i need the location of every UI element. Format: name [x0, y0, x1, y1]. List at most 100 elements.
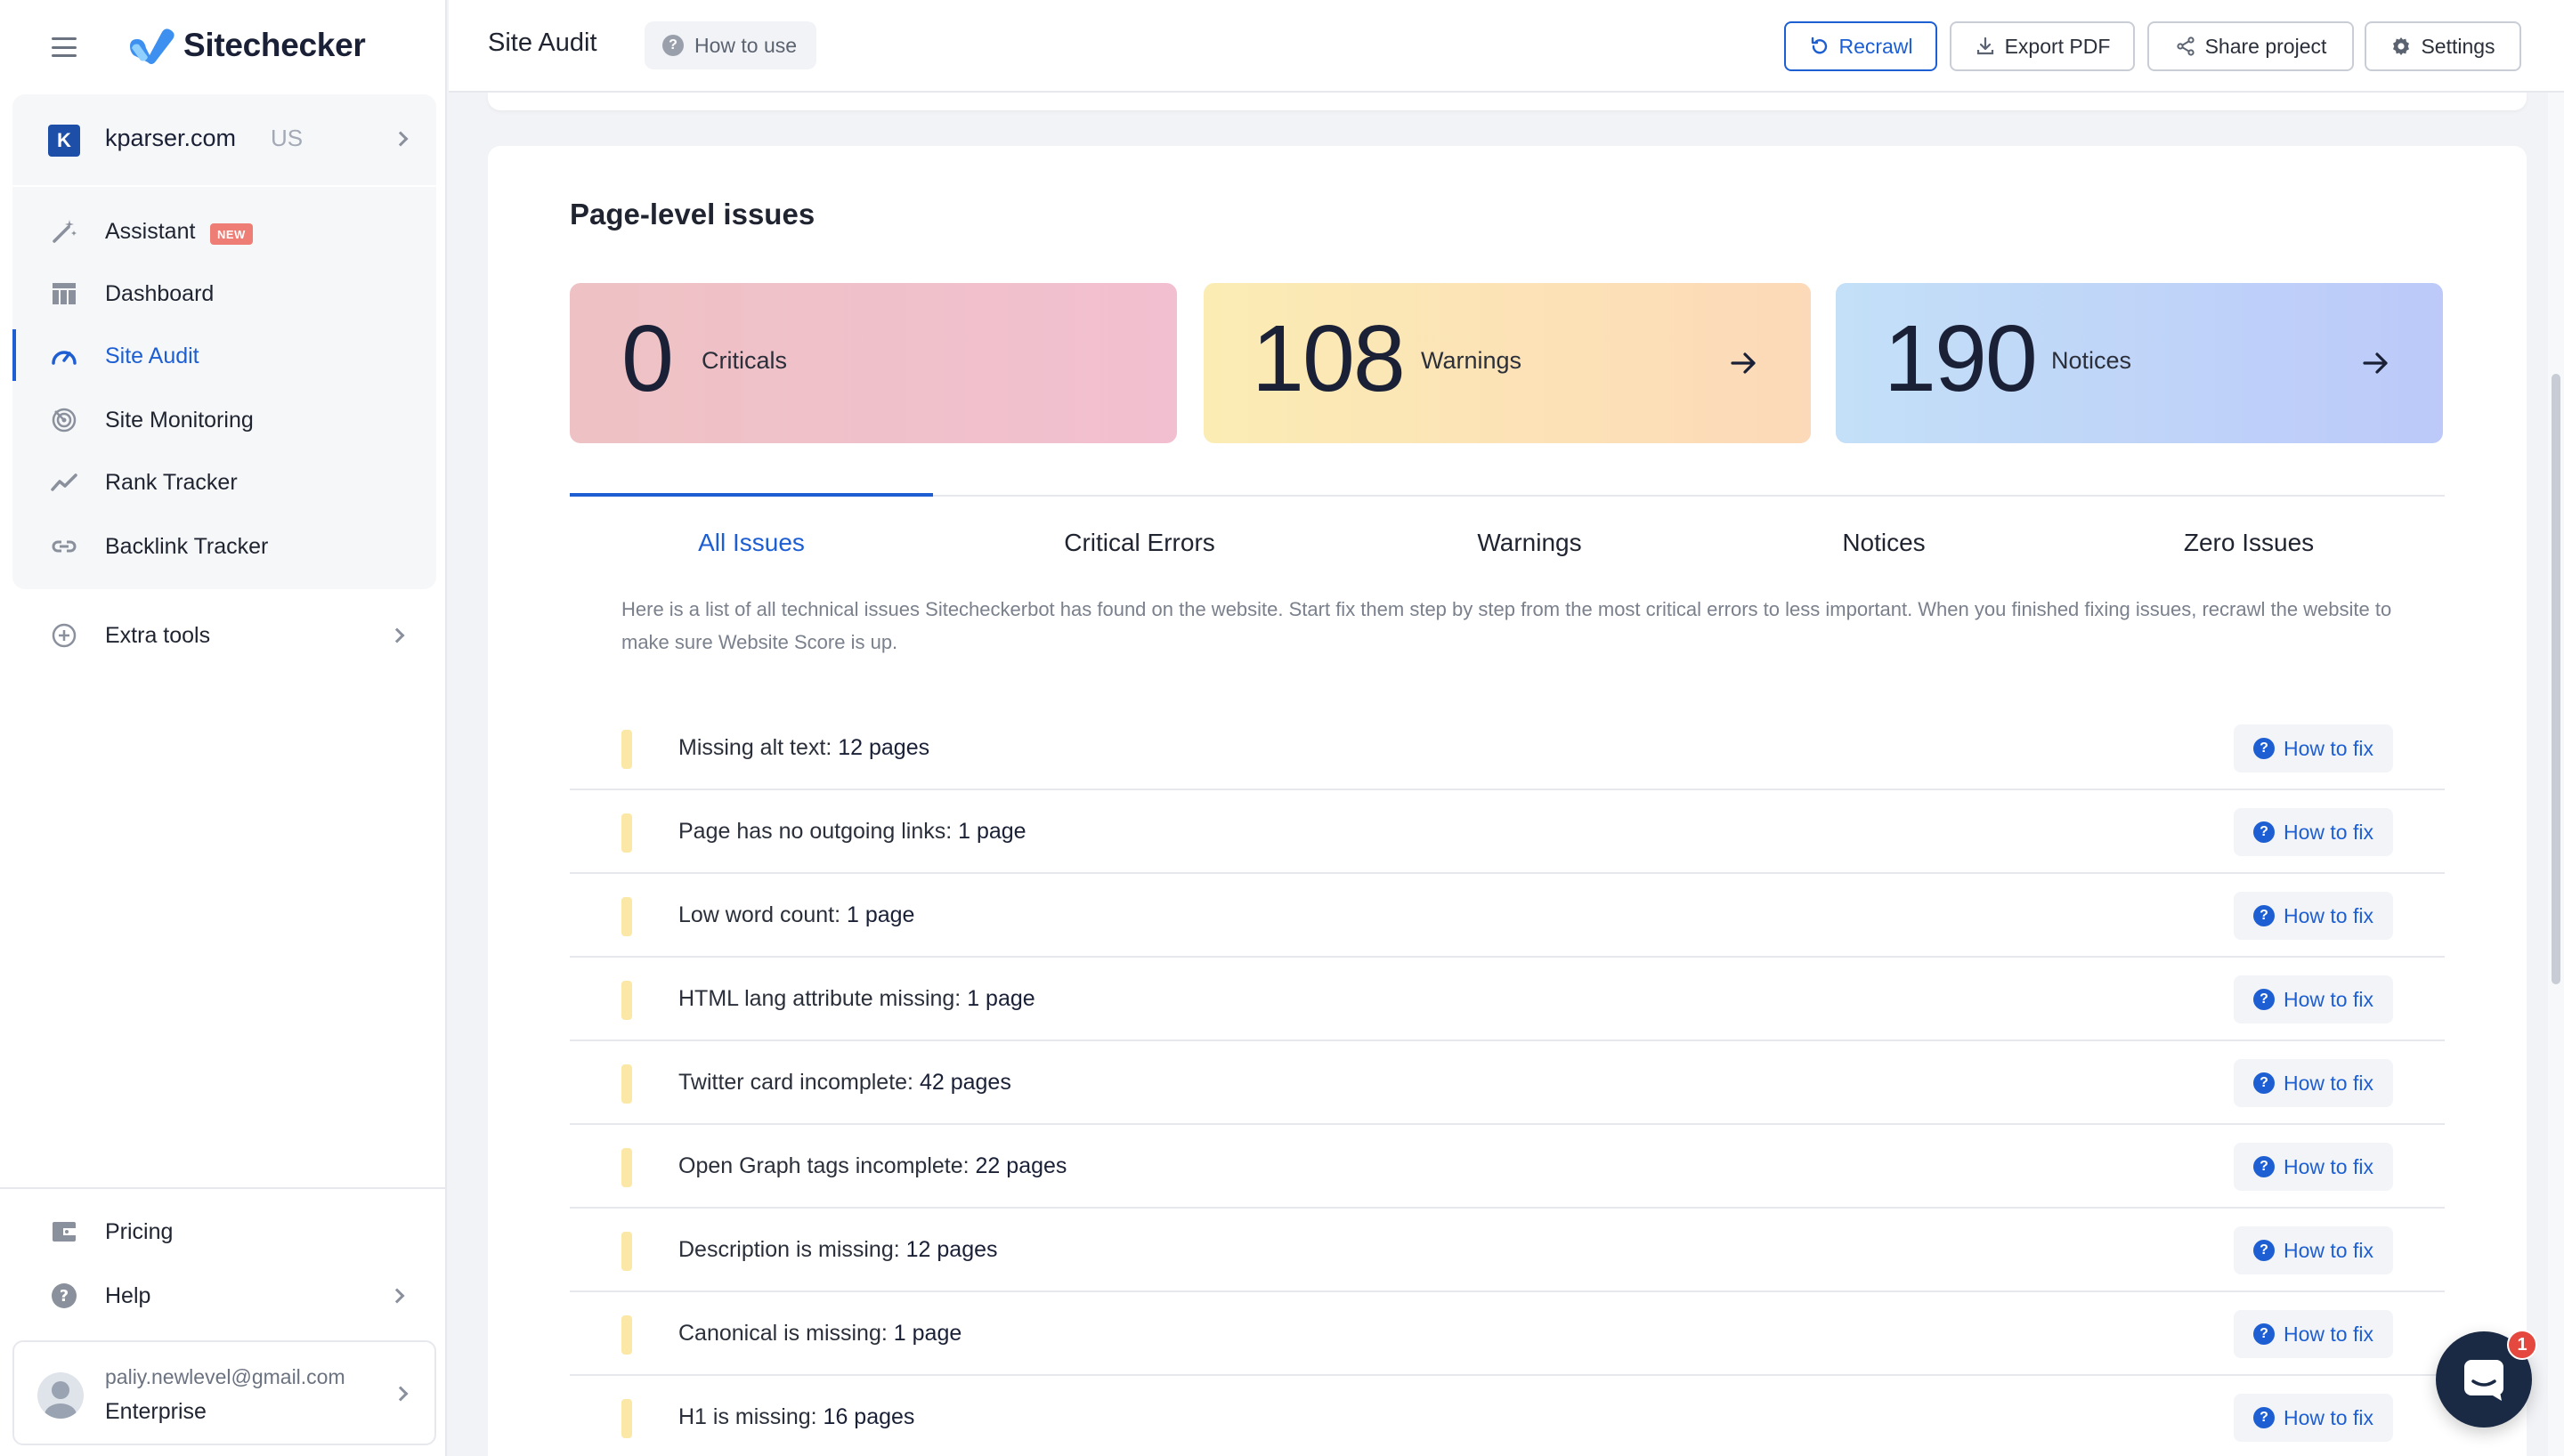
notices-count: 190	[1884, 306, 2038, 411]
how-to-fix-label: How to fix	[2284, 903, 2373, 927]
how-to-fix-label: How to fix	[2284, 987, 2373, 1011]
issue-row[interactable]: Missing alt text: 12 pages? How to fix	[570, 707, 2445, 790]
how-to-fix-button[interactable]: ? How to fix	[2234, 1143, 2393, 1191]
how-to-use-button[interactable]: ? How to use	[645, 21, 817, 69]
nav-item-help[interactable]: ? Help	[12, 1269, 436, 1321]
scrollbar-thumb[interactable]	[2552, 374, 2560, 984]
help-icon: ?	[2253, 989, 2276, 1010]
warning-severity-bar	[621, 1399, 632, 1438]
share-project-button[interactable]: Share project	[2147, 21, 2354, 71]
how-to-fix-label: How to fix	[2284, 820, 2373, 844]
how-to-fix-button[interactable]: ? How to fix	[2234, 1059, 2393, 1107]
nav-item-dashboard[interactable]: Dashboard	[12, 267, 436, 319]
how-to-fix-button[interactable]: ? How to fix	[2234, 808, 2393, 856]
issue-count: 12 pages	[838, 735, 930, 760]
issue-row[interactable]: HTML lang attribute missing: 1 page? How …	[570, 958, 2445, 1041]
issue-row[interactable]: Canonical is missing: 1 page? How to fix	[570, 1292, 2445, 1376]
arrow-right-icon[interactable]	[1727, 347, 1759, 379]
how-to-fix-button[interactable]: ? How to fix	[2234, 1226, 2393, 1274]
issue-text: Twitter card incomplete: 42 pages	[678, 1070, 1011, 1096]
project-selector[interactable]: K kparser.com US	[12, 94, 436, 185]
issue-row[interactable]: Low word count: 1 page? How to fix	[570, 874, 2445, 958]
brand-bar: Sitechecker	[0, 0, 447, 93]
page-title: Site Audit	[488, 28, 597, 57]
help-icon: ?	[2253, 1323, 2276, 1345]
dashboard-icon	[53, 283, 76, 304]
project-region: US	[271, 125, 304, 151]
issue-tabs: All Issues Critical Errors Warnings Noti…	[570, 493, 2445, 566]
how-to-fix-label: How to fix	[2284, 736, 2373, 760]
tab-all-issues[interactable]: All Issues	[570, 529, 933, 557]
recrawl-label: Recrawl	[1838, 34, 1913, 58]
issue-name: Description is missing:	[678, 1237, 900, 1262]
issue-text: Page has no outgoing links: 1 page	[678, 819, 1026, 845]
issue-count: 42 pages	[919, 1070, 1011, 1095]
issue-text: HTML lang attribute missing: 1 page	[678, 986, 1035, 1012]
how-to-fix-button[interactable]: ? How to fix	[2234, 975, 2393, 1023]
settings-label: Settings	[2421, 34, 2495, 58]
warning-severity-bar	[621, 1064, 632, 1104]
how-to-fix-label: How to fix	[2284, 1238, 2373, 1262]
nav-item-site-monitoring[interactable]: Site Monitoring	[12, 393, 436, 445]
how-to-fix-button[interactable]: ? How to fix	[2234, 1310, 2393, 1358]
user-silhouette-icon	[45, 1381, 77, 1419]
how-to-fix-label: How to fix	[2284, 1071, 2373, 1095]
nav-item-extra-tools[interactable]: Extra tools	[12, 609, 436, 660]
criticals-card[interactable]: 0 Criticals	[570, 283, 1177, 443]
help-icon: ?	[662, 35, 684, 56]
nav-item-site-audit[interactable]: Site Audit	[12, 329, 436, 381]
chevron-right-icon	[389, 1288, 405, 1304]
tab-notices[interactable]: Notices	[1702, 529, 2065, 557]
tab-critical-errors[interactable]: Critical Errors	[958, 529, 1321, 557]
issue-row[interactable]: Twitter card incomplete: 42 pages ? How to…	[570, 1041, 2445, 1125]
warning-severity-bar	[621, 813, 632, 853]
issue-row[interactable]: Open Graph tags incomplete: 22 pages ? How…	[570, 1125, 2445, 1209]
how-to-fix-label: How to fix	[2284, 1154, 2373, 1178]
nav-label-backlink-tracker: Backlink Tracker	[105, 534, 269, 559]
unread-badge: 1	[2507, 1330, 2537, 1360]
warning-severity-bar	[621, 1232, 632, 1271]
arrow-right-icon[interactable]	[2359, 347, 2391, 379]
help-icon: ?	[2253, 905, 2276, 926]
issue-row[interactable]: H1 is missing: 16 pages? How to fix	[570, 1376, 2445, 1456]
sitechecker-logo-icon[interactable]	[126, 27, 176, 66]
gear-icon	[2393, 37, 2410, 55]
criticals-count: 0	[621, 306, 674, 411]
help-icon: ?	[2253, 738, 2276, 759]
how-to-fix-button[interactable]: ? How to fix	[2234, 724, 2393, 772]
menu-icon[interactable]	[52, 37, 77, 57]
nav-item-backlink-tracker[interactable]: Backlink Tracker	[12, 520, 436, 571]
tab-warnings[interactable]: Warnings	[1348, 529, 1711, 557]
chevron-right-icon	[393, 1386, 409, 1402]
nav-label-pricing: Pricing	[105, 1219, 174, 1244]
nav-item-rank-tracker[interactable]: Rank Tracker	[12, 456, 436, 507]
issue-name: Page has no outgoing links:	[678, 819, 953, 844]
download-icon	[1976, 36, 1993, 55]
nav-item-pricing[interactable]: Pricing	[12, 1205, 436, 1257]
export-pdf-label: Export PDF	[2004, 34, 2111, 58]
how-to-fix-label: How to fix	[2284, 1405, 2373, 1429]
criticals-label: Criticals	[702, 347, 788, 374]
issue-name: Twitter card incomplete:	[678, 1070, 913, 1095]
warnings-card[interactable]: 108 Warnings	[1204, 283, 1811, 443]
main-nav: Assistant NEW Dashboard Site Audit Site …	[12, 187, 436, 589]
warning-severity-bar	[621, 897, 632, 936]
issue-count: 22 pages	[975, 1153, 1067, 1178]
brand-name[interactable]: Sitechecker	[183, 27, 366, 64]
nav-item-assistant[interactable]: Assistant NEW	[12, 205, 436, 256]
issue-name: Open Graph tags incomplete:	[678, 1153, 970, 1178]
wallet-icon	[53, 1222, 76, 1242]
issue-count: 1 page	[958, 819, 1026, 844]
settings-button[interactable]: Settings	[2365, 21, 2521, 71]
notices-card[interactable]: 190 Notices	[1836, 283, 2443, 443]
how-to-fix-button[interactable]: ? How to fix	[2234, 892, 2393, 940]
project-avatar: K	[48, 125, 80, 157]
issue-row[interactable]: Description is missing: 12 pages? How to …	[570, 1209, 2445, 1292]
export-pdf-button[interactable]: Export PDF	[1950, 21, 2135, 71]
issue-count: 16 pages	[823, 1404, 915, 1429]
how-to-fix-button[interactable]: ? How to fix	[2234, 1394, 2393, 1442]
user-account-card[interactable]: paliy.newlevel@gmail.com Enterprise	[12, 1340, 436, 1445]
issue-row[interactable]: Page has no outgoing links: 1 page ? How t…	[570, 790, 2445, 874]
tab-zero-issues[interactable]: Zero Issues	[2067, 529, 2430, 557]
recrawl-button[interactable]: Recrawl	[1784, 21, 1937, 71]
